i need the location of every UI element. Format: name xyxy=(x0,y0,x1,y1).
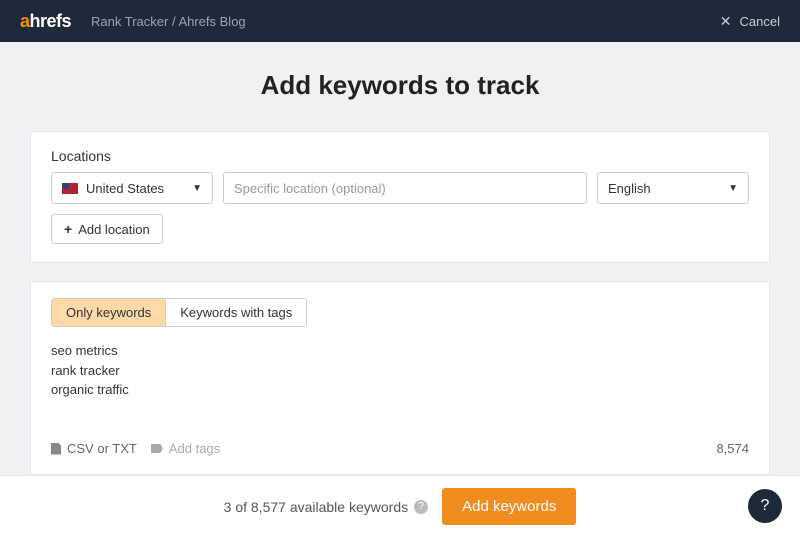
keyword-line: organic traffic xyxy=(51,380,749,400)
flag-icon xyxy=(62,183,78,194)
tab-only-keywords[interactable]: Only keywords xyxy=(52,299,166,326)
locations-label: Locations xyxy=(51,148,749,164)
logo-a: a xyxy=(20,11,30,31)
footer-left: CSV or TXT Add tags xyxy=(51,441,220,456)
chevron-down-icon: ▼ xyxy=(728,183,738,194)
add-tags-label: Add tags xyxy=(169,441,220,456)
keywords-textarea[interactable]: seo metrics rank tracker organic traffic xyxy=(51,341,749,423)
country-select[interactable]: United States ▼ xyxy=(51,172,213,204)
keyword-line: seo metrics xyxy=(51,341,749,361)
file-icon xyxy=(51,443,61,455)
locations-row: United States ▼ English ▼ xyxy=(51,172,749,204)
main-content: Add keywords to track Locations United S… xyxy=(0,42,800,475)
add-tags-button[interactable]: Add tags xyxy=(151,441,220,456)
bottom-bar: 3 of 8,577 available keywords ? Add keyw… xyxy=(0,475,800,537)
close-icon: ✕ xyxy=(720,13,732,30)
help-icon[interactable]: ? xyxy=(414,500,428,514)
logo: ahrefs xyxy=(20,11,71,32)
cancel-button[interactable]: ✕ Cancel xyxy=(720,13,780,30)
language-select[interactable]: English ▼ xyxy=(597,172,749,204)
chevron-down-icon: ▼ xyxy=(192,183,202,194)
breadcrumb: Rank Tracker / Ahrefs Blog xyxy=(91,14,246,29)
logo-rest: hrefs xyxy=(30,11,72,31)
cancel-label: Cancel xyxy=(740,14,780,29)
app-header: ahrefs Rank Tracker / Ahrefs Blog ✕ Canc… xyxy=(0,0,800,42)
page-title: Add keywords to track xyxy=(30,70,770,101)
status-label: 3 of 8,577 available keywords xyxy=(224,499,408,515)
status-text: 3 of 8,577 available keywords ? xyxy=(224,499,428,515)
keywords-card: Only keywords Keywords with tags seo met… xyxy=(30,281,770,475)
keywords-card-footer: CSV or TXT Add tags 8,574 xyxy=(51,441,749,456)
country-value: United States xyxy=(86,181,164,196)
add-location-label: Add location xyxy=(78,222,150,237)
help-fab[interactable]: ? xyxy=(748,489,782,523)
locations-card: Locations United States ▼ English ▼ + Ad… xyxy=(30,131,770,263)
keyword-tabs: Only keywords Keywords with tags xyxy=(51,298,307,327)
specific-location-input[interactable] xyxy=(223,172,587,204)
tag-icon xyxy=(151,444,163,453)
remaining-count: 8,574 xyxy=(716,441,749,456)
language-value: English xyxy=(608,181,651,196)
upload-label: CSV or TXT xyxy=(67,441,137,456)
upload-csv-button[interactable]: CSV or TXT xyxy=(51,441,137,456)
tab-keywords-with-tags[interactable]: Keywords with tags xyxy=(166,299,306,326)
plus-icon: + xyxy=(64,221,72,237)
header-left: ahrefs Rank Tracker / Ahrefs Blog xyxy=(20,11,246,32)
add-location-button[interactable]: + Add location xyxy=(51,214,163,244)
add-keywords-button[interactable]: Add keywords xyxy=(442,488,576,525)
keyword-line: rank tracker xyxy=(51,361,749,381)
